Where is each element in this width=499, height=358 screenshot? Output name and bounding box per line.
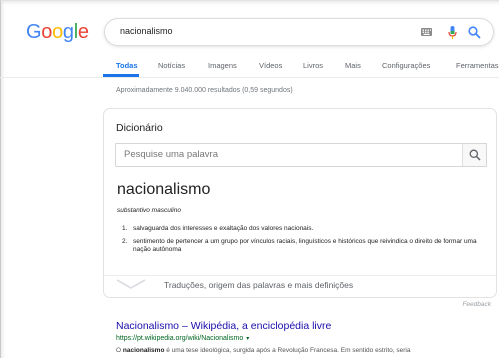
tab-ferramentas[interactable]: Ferramentas (456, 61, 499, 70)
chevron-down-icon[interactable] (116, 278, 146, 290)
definition-number: 1. (122, 225, 128, 232)
feedback-link[interactable]: Feedback (462, 301, 491, 308)
logo-letter: o (52, 21, 63, 43)
dictionary-search-box (115, 143, 487, 167)
snippet-text: O (116, 347, 123, 354)
url-menu-caret-icon[interactable]: ▾ (246, 336, 249, 342)
tab-todas[interactable]: Todas (116, 61, 138, 70)
logo-letter: g (62, 21, 74, 43)
definition-text: salvaguarda dos interesses e exaltação d… (133, 225, 314, 232)
tab-mais[interactable]: Mais (345, 61, 361, 70)
search-bar (104, 18, 494, 46)
tab-configuracoes[interactable]: Configurações (382, 61, 430, 70)
search-icon (469, 149, 481, 161)
tab-noticias[interactable]: Notícias (158, 61, 185, 70)
tab-videos[interactable]: Vídeos (259, 61, 282, 70)
logo-letter: e (77, 21, 89, 43)
definitions-list: 1. salvaguarda dos interesses e exaltaçã… (122, 225, 492, 259)
part-of-speech: substantivo masculino (117, 207, 181, 214)
result-stats: Aproximadamente 9.040.000 resultados (0,… (116, 87, 293, 94)
dictionary-word: nacionalismo (117, 181, 211, 198)
result-title-link[interactable]: Nacionalismo – Wikipédia, a enciclopédia… (116, 320, 331, 332)
search-icon[interactable] (468, 26, 481, 39)
definition-number: 2. (122, 238, 128, 245)
definition-item: 2. sentimento de pertencer a um grupo po… (122, 238, 492, 254)
result-url-text[interactable]: https://pt.wikipedia.org/wiki/Nacionalis… (116, 335, 243, 342)
definition-text: sentimento de pertencer a um grupo por v… (133, 238, 477, 253)
snippet-text: é uma tese ideológica, surgida após a Re… (164, 347, 411, 354)
dictionary-card: Dicionário nacionalismo substantivo masc… (103, 108, 497, 298)
more-definitions-link[interactable]: Traduções, origem das palavras e mais de… (164, 280, 353, 290)
result-snippet: O nacionalismo é uma tese ideológica, su… (116, 347, 410, 354)
tab-imagens[interactable]: Imagens (208, 61, 237, 70)
microphone-icon[interactable] (448, 26, 457, 40)
snippet-highlight: nacionalismo (122, 347, 165, 354)
dictionary-title: Dicionário (116, 122, 163, 134)
definition-item: 1. salvaguarda dos interesses e exaltaçã… (122, 225, 492, 233)
google-logo[interactable]: Google (26, 21, 89, 44)
dictionary-search-button[interactable] (462, 144, 486, 166)
card-divider (104, 275, 496, 276)
dictionary-search-input[interactable] (124, 149, 444, 160)
tabs-divider (0, 77, 499, 78)
tab-livros[interactable]: Livros (303, 61, 323, 70)
logo-letter: G (26, 21, 42, 43)
result-url[interactable]: https://pt.wikipedia.org/wiki/Nacionalis… (116, 335, 249, 342)
logo-letter: o (41, 21, 53, 43)
keyboard-icon[interactable] (421, 28, 432, 37)
search-input[interactable] (120, 26, 420, 36)
